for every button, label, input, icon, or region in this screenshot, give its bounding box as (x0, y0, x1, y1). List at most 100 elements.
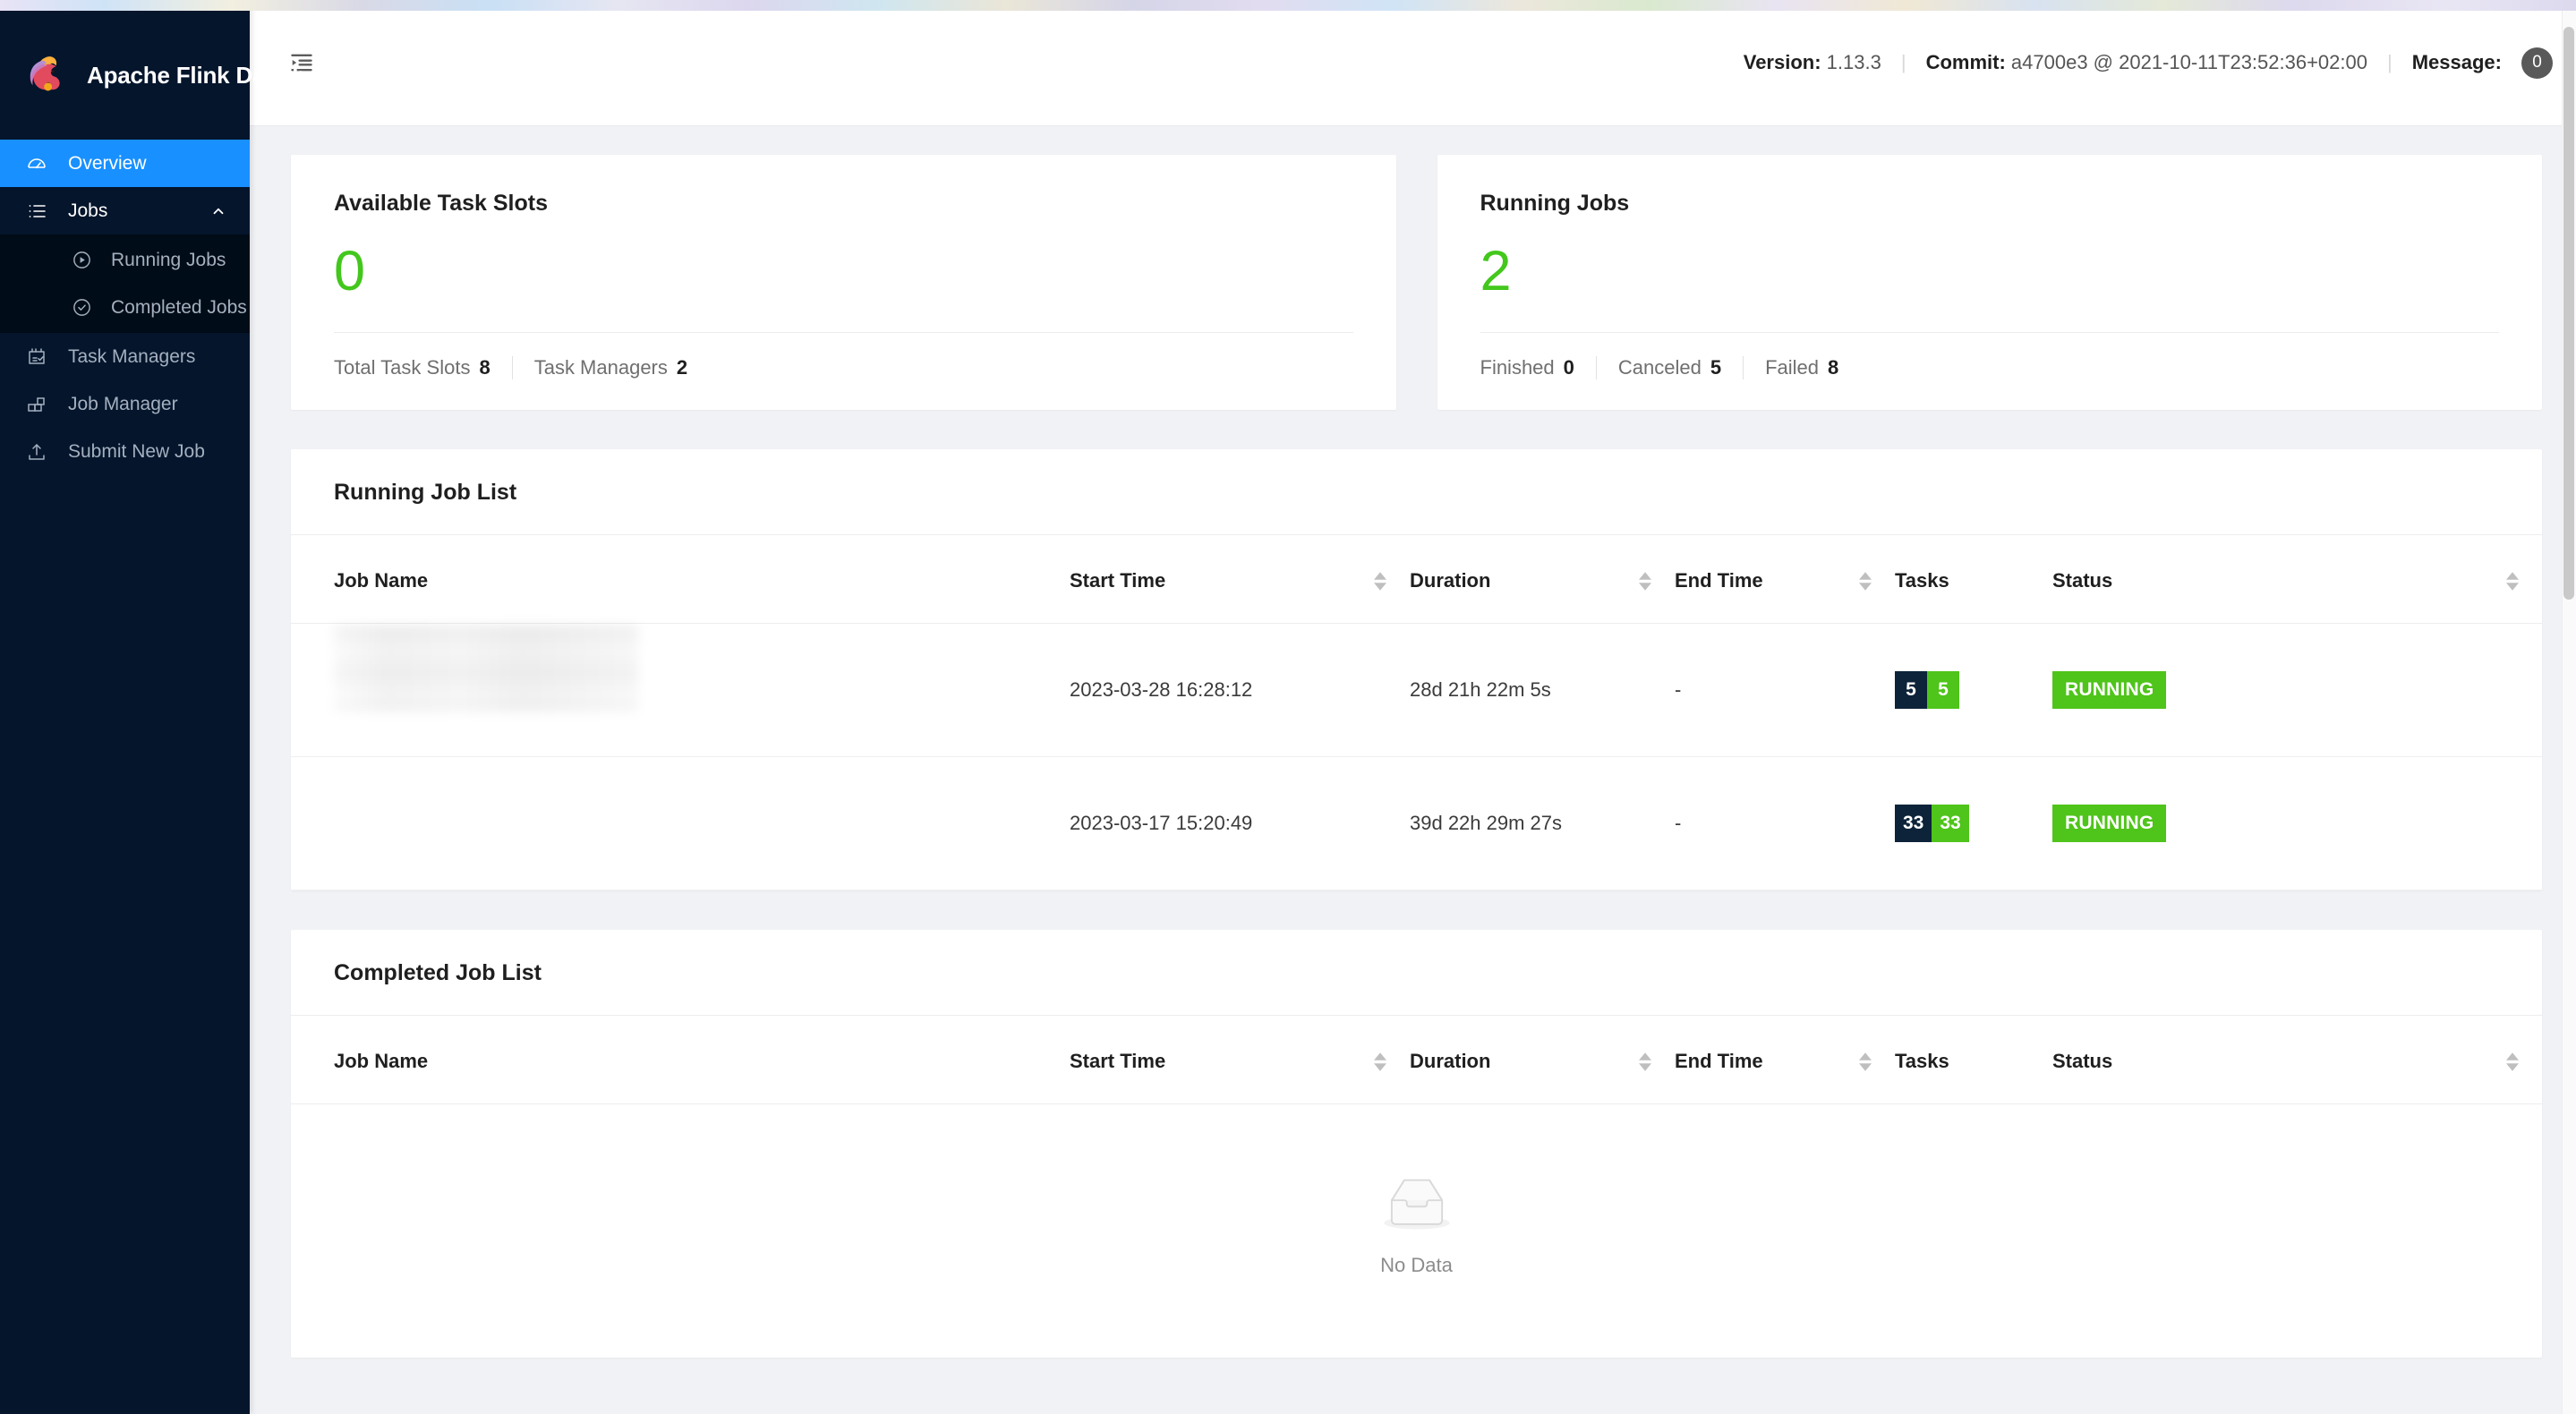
col-header-job-name: Job Name (291, 535, 1070, 624)
sidebar-item-submit-new-job[interactable]: Submit New Job (0, 428, 250, 475)
failed-stat: Failed 8 (1765, 356, 1839, 379)
finished-stat: Finished 0 (1480, 356, 1574, 379)
sidebar-item-label: Submit New Job (68, 440, 205, 462)
sidebar-item-label: Running Jobs (111, 249, 226, 270)
col-header-start-time[interactable]: Start Time (1070, 1016, 1410, 1104)
col-header-job-name: Job Name (291, 1016, 1070, 1104)
tasks-total: 5 (1895, 671, 1927, 709)
cell-start-time: 2023-03-17 15:20:49 (1070, 756, 1410, 890)
task-managers-stat: Task Managers 2 (533, 356, 688, 379)
available-task-slots-value: 0 (334, 240, 366, 302)
sidebar-item-completed-jobs[interactable]: Completed Jobs (0, 284, 250, 331)
sidebar-item-task-managers[interactable]: Task Managers (0, 333, 250, 380)
cell-duration: 39d 22h 29m 27s (1410, 756, 1675, 890)
cell-job-name[interactable] (291, 623, 1070, 757)
section-title: Completed Job List (334, 960, 542, 985)
empty-state-label: No Data (1380, 1254, 1453, 1276)
brand-header[interactable]: Apache Flink Dashboard (0, 11, 356, 140)
sidebar-item-label: Job Manager (68, 393, 178, 414)
cell-status: RUNNING (2052, 756, 2542, 890)
running-jobs-value: 2 (1480, 240, 1512, 302)
sort-toggle-icon[interactable] (1639, 1052, 1675, 1071)
tasks-running: 5 (1927, 671, 1959, 709)
sidebar-item-label: Task Managers (68, 345, 196, 367)
sort-toggle-icon[interactable] (1859, 571, 1895, 591)
chevron-up-icon[interactable] (210, 203, 226, 219)
table-row[interactable]: 2023-03-28 16:28:12 28d 21h 22m 5s - 5 5 (291, 623, 2542, 757)
cell-job-name[interactable] (291, 756, 1070, 890)
completed-job-list-card: Completed Job List Job Name Start Time D… (291, 930, 2542, 1358)
tasks-badge: 33 33 (1895, 805, 1969, 842)
col-header-end-time[interactable]: End Time (1675, 535, 1895, 624)
canceled-stat: Canceled 5 (1617, 356, 1722, 379)
flink-squirrel-logo-icon (23, 52, 70, 98)
main-area: Version: 1.13.3 | Commit: a4700e3 @ 2021… (250, 0, 2576, 1414)
upload-icon (25, 440, 48, 464)
running-job-table: Job Name Start Time Duration End Time Ta… (291, 535, 2542, 890)
col-header-duration[interactable]: Duration (1410, 1016, 1675, 1104)
sort-toggle-icon[interactable] (2506, 1052, 2542, 1071)
brand-title: Apache Flink Dashboard (87, 61, 356, 89)
cell-tasks: 33 33 (1895, 756, 2052, 890)
message-count-badge[interactable]: 0 (2521, 47, 2553, 79)
flink-dashboard-app: Apache Flink Dashboard Overview Jobs Run… (0, 0, 2576, 1414)
sidebar-item-overview[interactable]: Overview (0, 140, 250, 187)
sort-toggle-icon[interactable] (1859, 1052, 1895, 1071)
sidebar-item-running-jobs[interactable]: Running Jobs (0, 236, 250, 284)
list-icon (25, 200, 48, 223)
empty-inbox-icon (1377, 1172, 1457, 1238)
section-title: Running Job List (334, 480, 517, 505)
cell-tasks: 5 5 (1895, 623, 2052, 757)
completed-job-empty-state: No Data (291, 1104, 2542, 1358)
version-info: Version: 1.13.3 (1744, 51, 1881, 74)
col-header-end-time[interactable]: End Time (1675, 1016, 1895, 1104)
meta-separator-1: | (1900, 51, 1906, 73)
sidebar-item-jobs[interactable]: Jobs (0, 187, 250, 234)
cell-end-time: - (1675, 756, 1895, 890)
col-header-duration[interactable]: Duration (1410, 535, 1675, 624)
sidebar: Apache Flink Dashboard Overview Jobs Run… (0, 0, 356, 1414)
table-row[interactable]: 2023-03-17 15:20:49 39d 22h 29m 27s - 33… (291, 756, 2542, 890)
status-badge: RUNNING (2052, 671, 2167, 709)
sidebar-nav: Overview Jobs Running Jobs Completed Job… (0, 140, 250, 475)
clipboard-check-icon (25, 345, 48, 369)
version-value: 1.13.3 (1826, 51, 1881, 73)
check-circle-icon (70, 296, 93, 319)
sidebar-item-label: Jobs (68, 200, 108, 221)
divider (1480, 332, 2499, 333)
completed-job-table: Job Name Start Time Duration End Time Ta… (291, 1016, 2542, 1104)
sort-toggle-icon[interactable] (2506, 571, 2542, 591)
status-badge: RUNNING (2052, 805, 2167, 842)
card-title: Available Task Slots (334, 191, 548, 216)
running-jobs-card: Running Jobs 2 Finished 0 Canceled 5 Faile… (1437, 155, 2542, 410)
sort-toggle-icon[interactable] (1374, 1052, 1410, 1071)
topbar-meta: Version: 1.13.3 | Commit: a4700e3 @ 2021… (1744, 47, 2553, 79)
cell-duration: 28d 21h 22m 5s (1410, 623, 1675, 757)
sort-toggle-icon[interactable] (1374, 571, 1410, 591)
play-circle-icon (70, 249, 93, 272)
col-header-status[interactable]: Status (2052, 535, 2542, 624)
scrollbar-thumb[interactable] (2563, 27, 2574, 600)
topbar: Version: 1.13.3 | Commit: a4700e3 @ 2021… (250, 0, 2576, 126)
tasks-running: 33 (1932, 805, 1969, 842)
col-header-tasks: Tasks (1895, 1016, 2052, 1104)
substat-divider (1595, 356, 1597, 379)
substat-divider (1743, 356, 1744, 379)
sort-toggle-icon[interactable] (1639, 571, 1675, 591)
sidebar-item-job-manager[interactable]: Job Manager (0, 380, 250, 428)
content-scroll-area: Available Task Slots 0 Total Task Slots 8… (250, 126, 2576, 1414)
cell-status: RUNNING (2052, 623, 2542, 757)
page-scrollbar[interactable] (2562, 11, 2576, 1414)
meta-separator-2: | (2387, 51, 2393, 73)
commit-value: a4700e3 @ 2021-10-11T23:52:36+02:00 (2010, 51, 2367, 73)
sidebar-item-label: Completed Jobs (111, 296, 247, 318)
running-jobs-substats: Finished 0 Canceled 5 Failed 8 (1480, 356, 2500, 379)
tasks-badge: 5 5 (1895, 671, 1959, 709)
card-title: Running Jobs (1480, 191, 1630, 216)
col-header-start-time[interactable]: Start Time (1070, 535, 1410, 624)
col-header-status[interactable]: Status (2052, 1016, 2542, 1104)
completed-job-table-head: Job Name Start Time Duration End Time Ta… (291, 1016, 2542, 1104)
job-name-redacted (334, 626, 1070, 733)
running-job-table-head: Job Name Start Time Duration End Time Ta… (291, 535, 2542, 624)
commit-label: Commit: (1925, 51, 2006, 73)
